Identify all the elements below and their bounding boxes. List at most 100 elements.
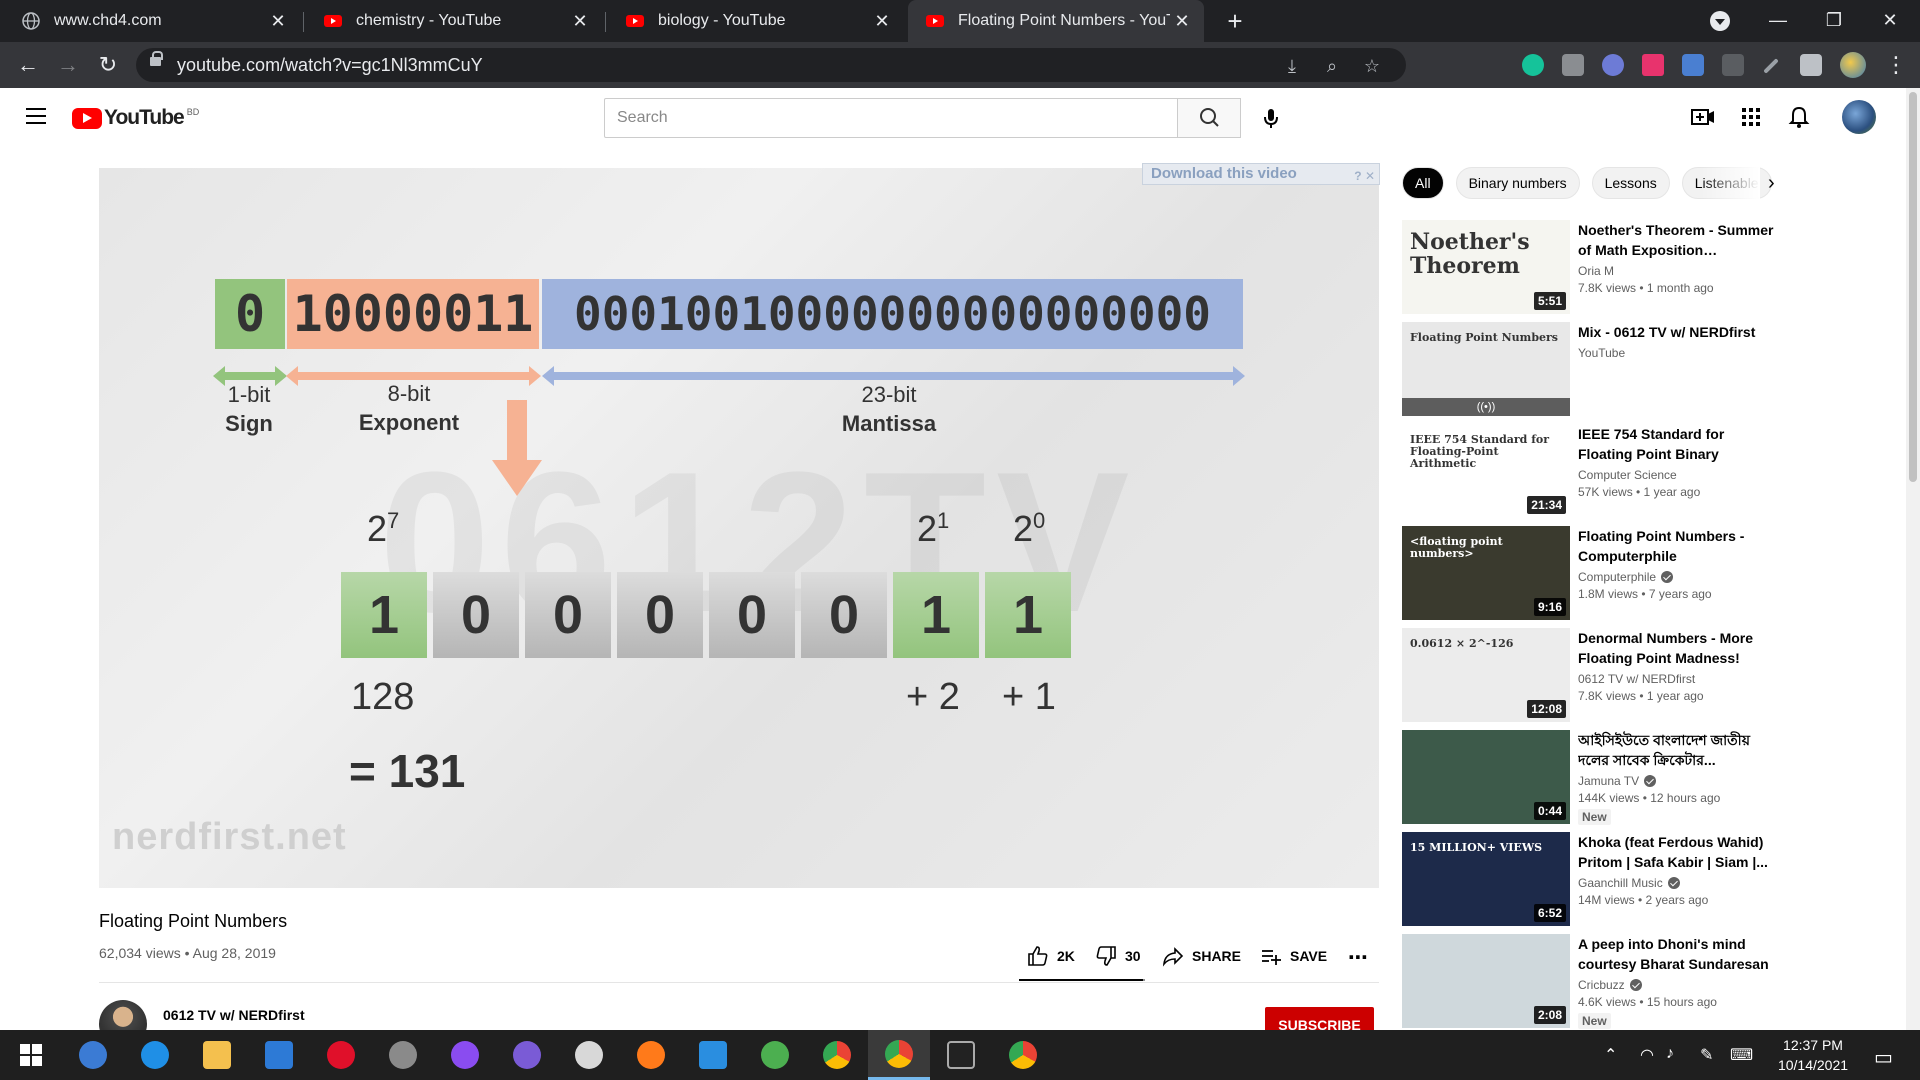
recommendation-title[interactable]: IEEE 754 Standard for Floating Point Bin… xyxy=(1578,424,1778,464)
recommendation-channel[interactable]: Gaanchill Music xyxy=(1578,876,1778,890)
download-video-label[interactable]: Download this video xyxy=(1151,165,1297,182)
recommendation-item[interactable]: <floating point numbers> 9:16 Floating Poi… xyxy=(1402,526,1802,620)
taskbar-opera[interactable] xyxy=(310,1030,372,1080)
channel-name[interactable]: Jamuna TV xyxy=(1578,774,1639,788)
taskbar-qb-app[interactable] xyxy=(62,1030,124,1080)
install-icon[interactable]: ⤓ xyxy=(1280,54,1304,78)
download-video-bar[interactable]: Download this video ? ✕ xyxy=(1142,163,1380,185)
taskbar-github[interactable] xyxy=(496,1030,558,1080)
tab-close-icon[interactable]: ✕ xyxy=(870,11,894,32)
video-thumbnail[interactable]: IEEE 754 Standard for Floating-Point Ari… xyxy=(1402,424,1570,518)
forward-icon[interactable]: → xyxy=(52,50,84,82)
download-bar-controls[interactable]: ? ✕ xyxy=(1354,166,1375,186)
recommendation-title[interactable]: Noether's Theorem - Summer of Math Expos… xyxy=(1578,220,1778,260)
share-button[interactable]: SHARE xyxy=(1162,945,1241,967)
address-bar[interactable]: youtube.com/watch?v=gc1Nl3mmCuY ⤓ ⌕ ☆ xyxy=(136,48,1406,82)
keyboard-icon[interactable]: ⌨ xyxy=(1730,1045,1753,1065)
taskbar-app[interactable] xyxy=(744,1030,806,1080)
youtube-logo[interactable]: YouTube BD xyxy=(72,106,199,130)
extension-icon[interactable] xyxy=(1602,54,1624,76)
bookmark-star-icon[interactable]: ☆ xyxy=(1360,54,1384,78)
minimize-button[interactable]: — xyxy=(1750,0,1806,42)
channel-name[interactable]: Oria M xyxy=(1578,264,1614,278)
search-input[interactable] xyxy=(604,98,1178,138)
apps-grid-icon[interactable] xyxy=(1738,104,1764,130)
notifications-bell-icon[interactable] xyxy=(1786,104,1812,130)
chip-lessons[interactable]: Lessons xyxy=(1591,167,1670,199)
channel-name[interactable]: YouTube xyxy=(1578,346,1625,360)
recommendation-title[interactable]: আইসিইউতে বাংলাদেশ জাতীয় দলের সাবেক ক্রি… xyxy=(1578,730,1778,770)
recommendation-title[interactable]: Khoka (feat Ferdous Wahid) Pritom | Safa… xyxy=(1578,832,1778,872)
channel-name[interactable]: Computer Science xyxy=(1578,468,1677,482)
video-thumbnail[interactable]: Noether's Theorem 5:51 xyxy=(1402,220,1570,314)
taskbar-edge[interactable] xyxy=(124,1030,186,1080)
recommendation-channel[interactable]: Jamuna TV xyxy=(1578,774,1778,788)
tab-chd4[interactable]: www.chd4.com ✕ xyxy=(4,0,300,42)
chevron-right-icon[interactable]: › xyxy=(1768,172,1775,195)
taskbar-chrome[interactable] xyxy=(806,1030,868,1080)
recommendation-item[interactable]: Noether's Theorem 5:51 Noether's Theorem -… xyxy=(1402,220,1802,314)
recommendation-channel[interactable]: YouTube xyxy=(1578,346,1778,360)
zoom-icon[interactable]: ⌕ xyxy=(1320,54,1344,78)
taskbar-app[interactable] xyxy=(372,1030,434,1080)
taskbar-app[interactable] xyxy=(558,1030,620,1080)
taskbar-chrome-profile[interactable] xyxy=(992,1030,1054,1080)
download-extension-icon[interactable] xyxy=(1682,54,1704,76)
tab-chemistry[interactable]: chemistry - YouTube ✕ xyxy=(306,0,602,42)
taskbar-chrome-active[interactable] xyxy=(868,1030,930,1080)
taskbar-file-explorer[interactable] xyxy=(186,1030,248,1080)
menu-kebab-icon[interactable]: ⋮ xyxy=(1880,50,1912,82)
taskbar-firefox[interactable] xyxy=(620,1030,682,1080)
system-clock[interactable]: 12:37 PM 10/14/2021 xyxy=(1768,1035,1858,1075)
recommendation-title[interactable]: A peep into Dhoni's mind courtesy Bharat… xyxy=(1578,934,1778,974)
tab-search-icon[interactable] xyxy=(1710,11,1730,31)
dislike-button[interactable]: 30 xyxy=(1095,945,1141,967)
channel-name[interactable]: Cricbuzz xyxy=(1578,978,1625,992)
pen-icon[interactable]: ✎ xyxy=(1700,1045,1713,1065)
puzzle-icon[interactable] xyxy=(1800,54,1822,76)
reload-icon[interactable]: ↻ xyxy=(92,50,124,82)
wifi-icon[interactable]: ◠ xyxy=(1640,1045,1654,1065)
voice-search-button[interactable] xyxy=(1255,102,1287,134)
recommendation-channel[interactable]: Oria M xyxy=(1578,264,1778,278)
chip-all[interactable]: All xyxy=(1402,167,1444,199)
chip-binary-numbers[interactable]: Binary numbers xyxy=(1455,167,1580,199)
lock-icon[interactable] xyxy=(150,51,163,66)
create-video-icon[interactable] xyxy=(1690,104,1716,130)
close-window-button[interactable]: ✕ xyxy=(1862,0,1918,42)
video-thumbnail[interactable]: 15 MILLION+ VIEWS 6:52 xyxy=(1402,832,1570,926)
camera-extension-icon[interactable] xyxy=(1562,54,1584,76)
recommendation-item[interactable]: Floating Point Numbers ((•)) Mix - 0612 TV… xyxy=(1402,322,1802,416)
account-avatar[interactable] xyxy=(1842,100,1876,134)
url-text[interactable]: youtube.com/watch?v=gc1Nl3mmCuY xyxy=(177,55,483,76)
profile-icon[interactable] xyxy=(1840,52,1866,78)
channel-name[interactable]: Gaanchill Music xyxy=(1578,876,1663,890)
channel-name[interactable]: 0612 TV w/ NERDfirst xyxy=(1578,672,1695,686)
hamburger-menu-icon[interactable] xyxy=(26,108,46,124)
recommendation-item[interactable]: 2:08 A peep into Dhoni's mind courtesy Bh… xyxy=(1402,934,1802,1029)
restore-button[interactable]: ❐ xyxy=(1806,0,1862,42)
notifications-icon[interactable]: ▭ xyxy=(1874,1045,1893,1070)
video-thumbnail[interactable]: 0:44 xyxy=(1402,730,1570,824)
video-thumbnail[interactable]: 0.0612 × 2^-126 12:08 xyxy=(1402,628,1570,722)
recommendation-channel[interactable]: 0612 TV w/ NERDfirst xyxy=(1578,672,1778,686)
new-tab-button[interactable]: + xyxy=(1220,6,1250,36)
volume-icon[interactable]: ♪ xyxy=(1666,1045,1674,1063)
taskbar-terminal[interactable] xyxy=(930,1030,992,1080)
video-thumbnail[interactable]: Floating Point Numbers ((•)) xyxy=(1402,322,1570,416)
tab-close-icon[interactable]: ✕ xyxy=(266,11,290,32)
video-thumbnail[interactable]: <floating point numbers> 9:16 xyxy=(1402,526,1570,620)
recommendation-channel[interactable]: Cricbuzz xyxy=(1578,978,1778,992)
recommendation-item[interactable]: IEEE 754 Standard for Floating-Point Ari… xyxy=(1402,424,1802,518)
save-button[interactable]: SAVE xyxy=(1260,945,1327,967)
scrollbar-thumb[interactable] xyxy=(1909,92,1917,482)
like-button[interactable]: 2K xyxy=(1027,945,1075,967)
recommendation-title[interactable]: Denormal Numbers - More Floating Point M… xyxy=(1578,628,1778,668)
extension-icon[interactable] xyxy=(1642,54,1664,76)
recommendation-title[interactable]: Floating Point Numbers - Computerphile xyxy=(1578,526,1778,566)
tray-chevron-up-icon[interactable]: ⌃ xyxy=(1604,1045,1617,1065)
tab-biology[interactable]: biology - YouTube ✕ xyxy=(608,0,904,42)
taskbar-messenger[interactable] xyxy=(434,1030,496,1080)
page-scrollbar[interactable] xyxy=(1906,88,1920,1030)
search-button[interactable] xyxy=(1177,98,1241,138)
